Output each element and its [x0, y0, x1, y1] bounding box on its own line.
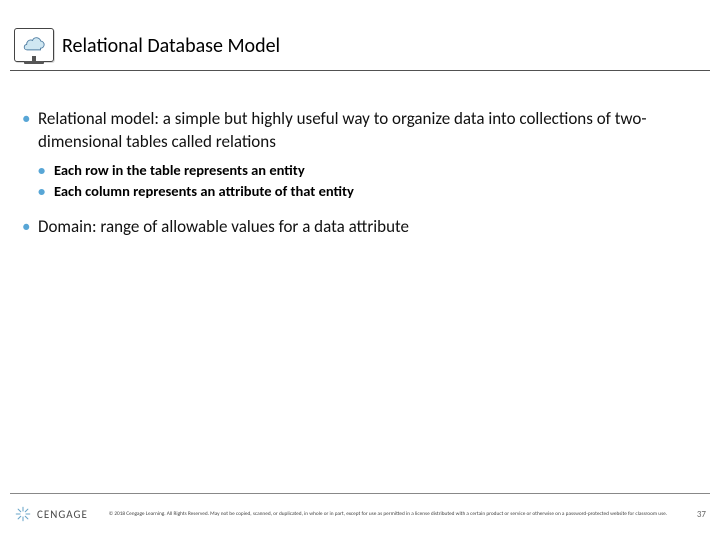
list-item: Domain: range of allowable values for a … — [22, 216, 690, 239]
page-number: 37 — [688, 509, 706, 520]
sub-list-item: Each column represents an attribute of t… — [38, 181, 690, 202]
slide-body: Relational model: a simple but highly us… — [22, 108, 690, 253]
sub-list-item: Each row in the table represents an enti… — [38, 160, 690, 181]
slide-footer: CENGAGE © 2018 Cengage Learning. All Rig… — [14, 498, 706, 530]
sub-bullet-text: Each row in the table represents an enti… — [54, 161, 305, 179]
cloud-icon — [21, 36, 47, 54]
brand-text: CENGAGE — [37, 508, 88, 521]
footer-rule — [10, 493, 710, 494]
bullet-list: Relational model: a simple but highly us… — [22, 108, 690, 239]
slide: Relational Database Model Relational mod… — [0, 0, 720, 540]
list-item: Relational model: a simple but highly us… — [22, 108, 690, 202]
sub-bullet-text: Each column represents an attribute of t… — [54, 182, 354, 200]
brand-logo: CENGAGE — [14, 505, 88, 523]
bullet-text: Relational model: a simple but highly us… — [38, 108, 647, 152]
header-rule — [10, 70, 710, 71]
sub-list: Each row in the table represents an enti… — [38, 160, 690, 202]
copyright-text: © 2018 Cengage Learning. All Rights Rese… — [88, 511, 688, 518]
slide-header: Relational Database Model — [14, 22, 706, 68]
bullet-text: Domain: range of allowable values for a … — [38, 216, 409, 237]
cengage-burst-icon — [14, 505, 32, 523]
slide-title: Relational Database Model — [62, 32, 280, 58]
monitor-stand-icon — [24, 56, 44, 64]
